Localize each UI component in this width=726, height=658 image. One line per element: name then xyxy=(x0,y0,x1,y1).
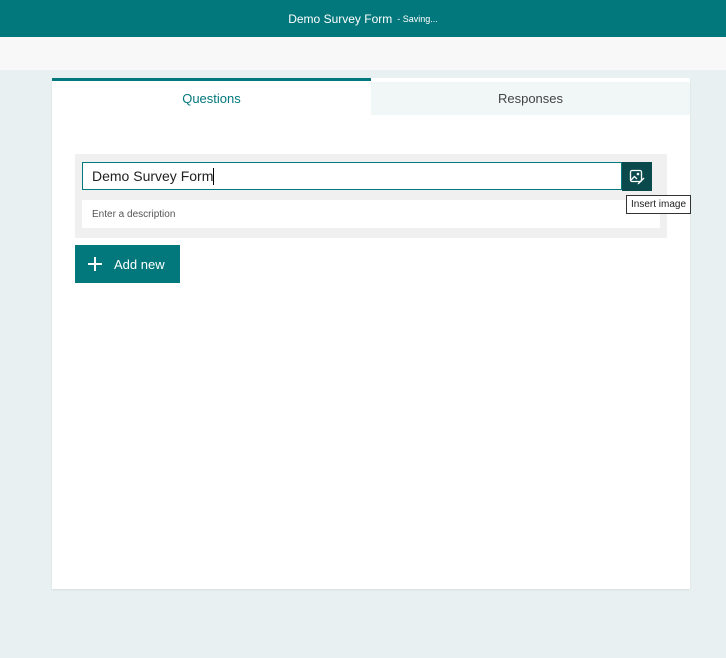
form-title-header: Demo Survey Form xyxy=(288,11,393,26)
add-new-label: Add new xyxy=(114,256,165,272)
save-status: - Saving... xyxy=(397,13,438,24)
insert-image-button[interactable] xyxy=(622,162,652,191)
form-description-input[interactable] xyxy=(82,200,660,228)
insert-image-tooltip: Insert image xyxy=(626,195,692,214)
form-card: Questions Responses Add new xyxy=(52,78,690,589)
top-bar: Demo Survey Form - Saving... xyxy=(0,0,726,37)
plus-icon xyxy=(88,257,102,271)
text-caret xyxy=(213,168,214,185)
tab-questions[interactable]: Questions xyxy=(52,78,371,115)
form-title-field-wrapper xyxy=(82,162,622,190)
form-header-section xyxy=(75,154,667,238)
insert-image-icon xyxy=(629,169,645,184)
tab-bar: Questions Responses xyxy=(52,78,690,115)
add-new-button[interactable]: Add new xyxy=(75,245,180,283)
form-title-input[interactable] xyxy=(83,163,621,189)
tab-responses[interactable]: Responses xyxy=(371,82,690,115)
toolbar-area xyxy=(0,37,726,70)
